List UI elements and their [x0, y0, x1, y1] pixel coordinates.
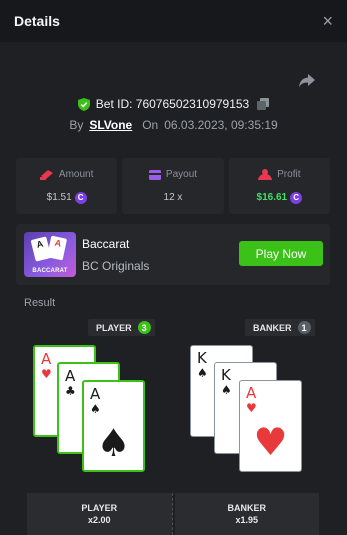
profit-value: $16.61	[256, 192, 288, 203]
payout-stat: Payout 12 x	[122, 158, 224, 214]
bet-id: Bet ID: 76076502310979153	[95, 97, 250, 111]
result-label: Result	[24, 297, 56, 309]
bet-stats: Amount $1.51 C Payout 12 x Profit $16.61…	[16, 158, 330, 214]
coin-icon: C	[290, 191, 303, 204]
payout-value: 12 x	[163, 192, 183, 203]
by-label: By	[69, 118, 84, 132]
banker-card-3: A ♥ ♥	[239, 380, 302, 472]
profit-label: Profit	[277, 168, 301, 180]
on-label: On	[142, 118, 159, 132]
amount-value: $1.51	[46, 192, 72, 203]
close-icon[interactable]: ×	[322, 12, 333, 30]
details-header: Details ×	[0, 0, 347, 42]
player-hand-tag: PLAYER 3	[88, 319, 155, 336]
payout-icon	[148, 169, 161, 180]
card-suit-icon: ♥	[41, 367, 52, 381]
shield-check-icon	[77, 97, 90, 111]
amount-icon	[39, 169, 53, 180]
card-suit-icon: ♠	[197, 366, 208, 380]
card-suit-icon: ♠	[221, 383, 232, 397]
profit-icon	[258, 168, 273, 180]
card-suit-icon: ♣	[65, 384, 76, 398]
card-rank: A	[90, 385, 101, 403]
game-thumbnail[interactable]: A A BACCARAT	[24, 232, 76, 277]
outcome-panels: PLAYER x2.00 BANKER x1.95	[27, 493, 319, 535]
copy-icon[interactable]	[257, 98, 270, 110]
player-outcome-label: PLAYER	[81, 503, 118, 513]
payout-label: Payout	[165, 169, 198, 180]
card-rank: A	[41, 350, 52, 368]
banker-hand-label: BANKER	[253, 322, 292, 333]
player-card-count: 3	[137, 321, 151, 334]
card-rank: A	[65, 367, 76, 385]
card-suit-icon: ♠	[90, 402, 101, 416]
card-suit-icon: ♥	[246, 401, 257, 415]
card-center-suit-icon: ♥	[253, 420, 288, 464]
banker-outcome-panel: BANKER x1.95	[174, 493, 319, 535]
coin-icon: C	[74, 191, 87, 204]
amount-stat: Amount $1.51 C	[16, 158, 118, 214]
page-title: Details	[14, 13, 60, 29]
card-center-suit-icon: ♠	[96, 421, 131, 465]
card-rank: K	[221, 366, 231, 384]
player-outcome-panel: PLAYER x2.00	[27, 493, 172, 535]
bet-id-row: Bet ID: 76076502310979153	[0, 95, 347, 113]
play-now-button[interactable]: Play Now	[239, 241, 323, 266]
player-outcome-odds: x2.00	[87, 515, 111, 525]
game-card: A A BACCARAT Baccarat BC Originals Play …	[16, 224, 330, 285]
game-name[interactable]: Baccarat	[82, 237, 149, 251]
banker-outcome-label: BANKER	[227, 503, 266, 513]
bet-datetime: 06.03.2023, 09:35:19	[164, 118, 278, 132]
player-hand-label: PLAYER	[96, 322, 132, 333]
game-provider: BC Originals	[82, 258, 150, 273]
card-rank: A	[246, 384, 257, 402]
banker-card-count: 1	[297, 321, 311, 334]
player-card-3: A ♠ ♠	[82, 380, 145, 472]
banker-outcome-odds: x1.95	[235, 515, 259, 525]
bet-meta-row: By SLVone On 06.03.2023, 09:35:19	[0, 116, 347, 134]
thumbnail-text: BACCARAT	[32, 268, 68, 274]
amount-label: Amount	[58, 168, 94, 180]
share-icon[interactable]	[299, 74, 315, 88]
card-rank: K	[197, 349, 207, 367]
profit-stat: Profit $16.61 C	[228, 158, 330, 214]
username-link[interactable]: SLVone	[89, 118, 132, 132]
banker-hand-tag: BANKER 1	[245, 319, 315, 336]
